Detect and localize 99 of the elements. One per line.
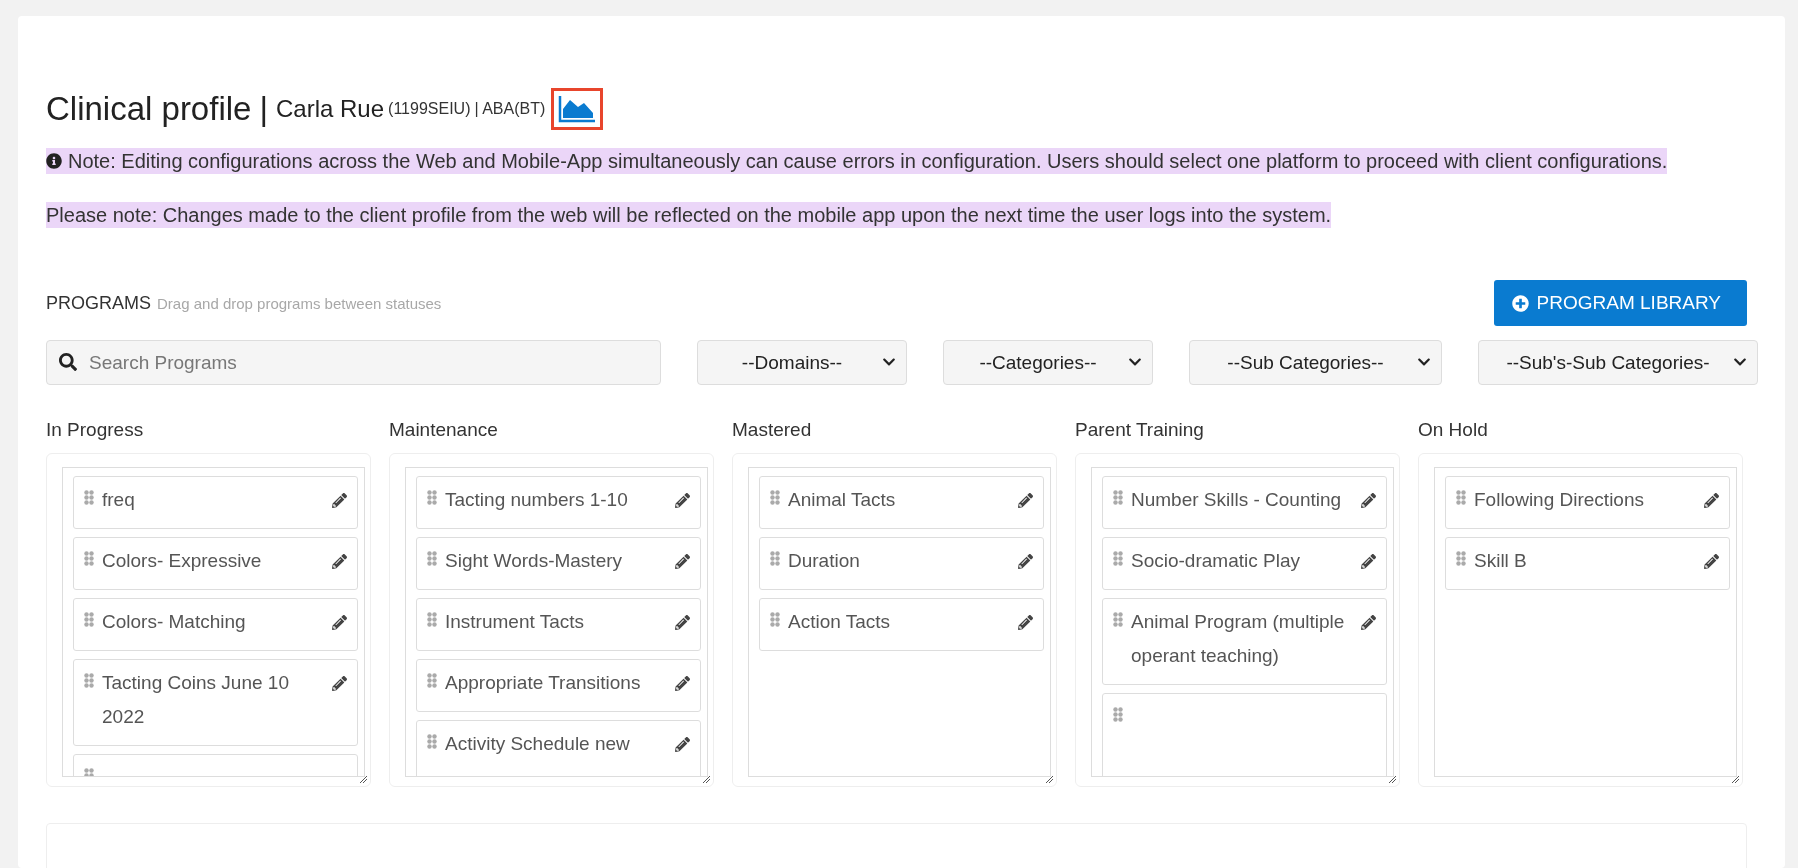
search-icon (59, 353, 77, 371)
program-library-button[interactable]: PROGRAM LIBRARY (1493, 280, 1747, 326)
program-name: Animal Program (multiple operant teaching) (1131, 611, 1345, 666)
program-card[interactable]: Skill B (1445, 537, 1730, 590)
drag-handle-icon[interactable] (1113, 612, 1123, 628)
pencil-icon[interactable] (675, 554, 690, 569)
pencil-icon[interactable] (1361, 554, 1376, 569)
program-card[interactable]: Duration (759, 537, 1044, 590)
pencil-icon[interactable] (675, 493, 690, 508)
filter-dropdown[interactable]: --Categories-- (943, 340, 1153, 385)
drag-handle-icon[interactable] (1456, 490, 1466, 506)
column-title: Parent Training (1075, 419, 1204, 440)
program-card[interactable]: Following Directions (1445, 476, 1730, 529)
pencil-icon[interactable] (1018, 615, 1033, 630)
pencil-icon[interactable] (1018, 493, 1033, 508)
drag-handle-icon[interactable] (427, 551, 437, 567)
pencil-icon[interactable] (675, 737, 690, 752)
pencil-icon[interactable] (1018, 554, 1033, 569)
program-name: Following Directions (1474, 489, 1644, 510)
program-name: Activity Schedule new (445, 733, 630, 754)
program-name: freq (102, 489, 135, 510)
column-title: Mastered (732, 419, 812, 440)
drag-handle-icon[interactable] (427, 734, 437, 750)
client-name: Carla Rue (276, 95, 385, 123)
drag-handle-icon[interactable] (84, 673, 94, 689)
program-name: Skill B (1474, 550, 1527, 571)
program-card[interactable]: Animal Tacts (759, 476, 1044, 529)
search-field[interactable]: Search Programs (46, 340, 661, 385)
pencil-icon[interactable] (1361, 493, 1376, 508)
program-name: Socio-dramatic Play (1131, 550, 1300, 571)
pencil-icon[interactable] (332, 554, 347, 569)
program-name: Number Skills - Counting (1131, 489, 1342, 510)
program-name: Tacting numbers 1-10 (445, 489, 628, 510)
pencil-icon[interactable] (332, 676, 347, 691)
resize-handle-icon[interactable] (1045, 775, 1054, 784)
title-separator: | (259, 90, 268, 128)
pencil-icon[interactable] (675, 676, 690, 691)
pencil-icon[interactable] (332, 615, 347, 630)
drag-handle-icon[interactable] (1456, 551, 1466, 567)
drag-handle-icon[interactable] (84, 551, 94, 567)
column-title: Maintenance (389, 419, 498, 440)
client-service: | ABA(BT) (474, 100, 546, 118)
info-icon (46, 153, 62, 169)
programs-heading: PROGRAMS (46, 292, 151, 314)
drag-handle-icon[interactable] (427, 490, 437, 506)
program-card[interactable]: Activity Schedule new (416, 720, 701, 776)
program-card[interactable]: Colors- Expressive (73, 537, 358, 590)
pencil-icon[interactable] (332, 493, 347, 508)
drag-handle-icon[interactable] (1113, 707, 1123, 723)
plus-icon (1511, 294, 1529, 312)
program-card[interactable]: Colors- Matching (73, 598, 358, 651)
program-name: Tacting Coins June 10 2022 (102, 672, 289, 727)
drag-handle-icon[interactable] (427, 612, 437, 628)
note-text: Please note: Changes made to the client profile from the web will be reflected on the mobile app upon the next time the user logs into the system. (46, 203, 1332, 228)
program-name: Action Tacts (788, 611, 891, 632)
program-card[interactable]: Tacting Coins June 10 2022 (73, 659, 358, 746)
program-card[interactable]: Tacting numbers 1-10 (416, 476, 701, 529)
program-name: Colors- Expressive (102, 550, 262, 571)
program-name: Instrument Tacts (445, 611, 585, 632)
drag-handle-icon[interactable] (770, 490, 780, 506)
program-name: Sight Words-Mastery (445, 550, 623, 571)
drag-handle-icon[interactable] (770, 551, 780, 567)
program-card[interactable]: Number Skills - Counting (1102, 476, 1387, 529)
filter-dropdown[interactable]: --Sub Categories-- (1189, 340, 1442, 385)
program-card[interactable]: Animal Program (multiple operant teaching) (1102, 598, 1387, 685)
column-title: On Hold (1418, 419, 1488, 440)
resize-handle-icon[interactable] (1388, 775, 1397, 784)
program-card[interactable]: Instrument Tacts (416, 598, 701, 651)
drag-handle-icon[interactable] (84, 612, 94, 628)
filter-dropdown[interactable]: --Sub's-Sub Categories- (1478, 340, 1758, 385)
pencil-icon[interactable] (1704, 554, 1719, 569)
program-name: Colors- Matching (102, 611, 246, 632)
resize-handle-icon[interactable] (1731, 775, 1740, 784)
program-card[interactable]: Action Tacts (759, 598, 1044, 651)
program-card[interactable]: freq (73, 476, 358, 529)
programs-hint: Drag and drop programs between statuses (157, 294, 442, 312)
drag-handle-icon[interactable] (1113, 490, 1123, 506)
resize-handle-icon[interactable] (359, 775, 368, 784)
drag-handle-icon[interactable] (84, 490, 94, 506)
client-code: (1199SEIU) (388, 100, 471, 118)
program-card[interactable]: Sight Words-Mastery (416, 537, 701, 590)
area-chart-icon (558, 95, 597, 123)
page-title: Clinical profile (46, 90, 252, 128)
drag-handle-icon[interactable] (770, 612, 780, 628)
filter-dropdown[interactable]: --Domains-- (697, 340, 907, 385)
program-name: Animal Tacts (788, 489, 896, 510)
resize-handle-icon[interactable] (702, 775, 711, 784)
pencil-icon[interactable] (1704, 493, 1719, 508)
program-card[interactable]: Socio-dramatic Play (1102, 537, 1387, 590)
program-name: Duration (788, 550, 860, 571)
pencil-icon[interactable] (675, 615, 690, 630)
drag-handle-icon[interactable] (427, 673, 437, 689)
program-card[interactable]: Appropriate Transitions (416, 659, 701, 712)
column-title: In Progress (46, 419, 144, 440)
pencil-icon[interactable] (1361, 615, 1376, 630)
program-name: Appropriate Transitions (445, 672, 641, 693)
chart-button[interactable] (551, 88, 604, 130)
drag-handle-icon[interactable] (1113, 551, 1123, 567)
note-text: Note: Editing configurations across the Web and Mobile-App simultaneously can cause errors in configuration. Users should select one platform to proceed with client configurations. (68, 149, 1668, 174)
